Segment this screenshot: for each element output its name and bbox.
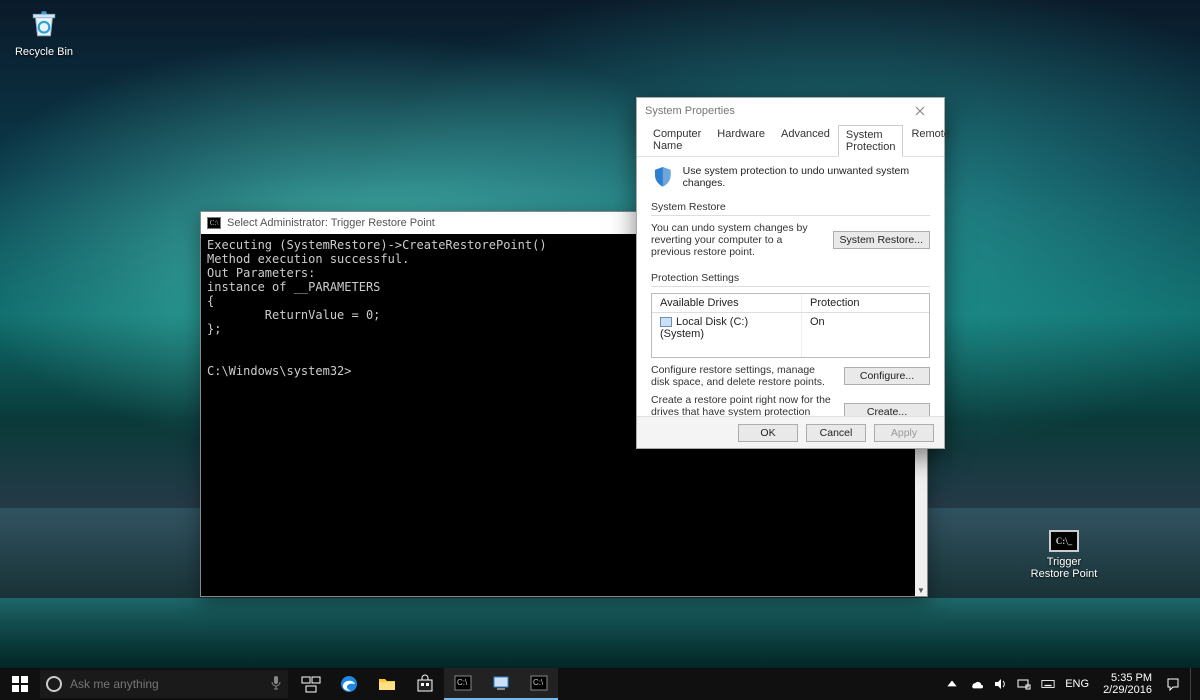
scroll-down-icon[interactable]: ▼	[915, 584, 927, 596]
cancel-button[interactable]: Cancel	[806, 424, 866, 442]
tab-computer-name[interactable]: Computer Name	[645, 124, 709, 156]
file-explorer-button[interactable]	[368, 668, 406, 700]
tab-hardware[interactable]: Hardware	[709, 124, 773, 156]
drive-icon	[660, 317, 672, 327]
table-header: Available Drives Protection	[652, 294, 929, 313]
clock-date: 2/29/2016	[1103, 684, 1152, 696]
trigger-restore-shortcut[interactable]: C:\_ Trigger Restore Point	[1026, 530, 1102, 580]
tab-advanced[interactable]: Advanced	[773, 124, 838, 156]
search-input[interactable]	[70, 677, 262, 691]
configure-button[interactable]: Configure...	[844, 367, 930, 385]
dialog-button-bar: OK Cancel Apply	[637, 416, 944, 448]
dialog-titlebar[interactable]: System Properties	[637, 98, 944, 124]
svg-text:C:\: C:\	[533, 678, 544, 687]
dialog-body: Use system protection to undo unwanted s…	[637, 157, 944, 444]
protection-settings-group: Protection Settings	[651, 272, 930, 284]
apply-button[interactable]: Apply	[874, 424, 934, 442]
cmd-icon: C:\	[207, 217, 221, 229]
system-tray: ENG 5:35 PM 2/29/2016	[941, 668, 1200, 700]
show-desktop[interactable]	[1190, 668, 1196, 700]
action-center-icon[interactable]	[1166, 677, 1180, 691]
recycle-bin[interactable]: Recycle Bin	[6, 6, 82, 58]
header-drives: Available Drives	[652, 294, 802, 312]
store-button[interactable]	[406, 668, 444, 700]
separator	[651, 286, 930, 287]
trigger-restore-icon: C:\_	[1049, 530, 1079, 552]
drive-name: Local Disk (C:) (System)	[660, 316, 748, 340]
taskbar: C:\ C:\ ENG 5:35 PM 2/29/2016	[0, 668, 1200, 700]
system-restore-text: You can undo system changes by reverting…	[651, 222, 823, 258]
table-row[interactable]: Local Disk (C:) (System) On	[652, 313, 929, 343]
tab-system-protection[interactable]: System Protection	[838, 125, 904, 157]
clock-time: 5:35 PM	[1103, 672, 1152, 684]
dialog-title: System Properties	[645, 105, 735, 117]
cmd-taskbar-button[interactable]: C:\	[444, 668, 482, 700]
recycle-bin-label: Recycle Bin	[6, 46, 82, 58]
cortana-search[interactable]	[40, 670, 288, 698]
drives-table[interactable]: Available Drives Protection Local Disk (…	[651, 293, 930, 358]
dialog-tabs: Computer NameHardwareAdvancedSystem Prot…	[637, 124, 944, 157]
header-protection: Protection	[802, 294, 929, 312]
trigger-restore-label: Trigger Restore Point	[1026, 556, 1102, 580]
separator	[651, 215, 930, 216]
language-indicator[interactable]: ENG	[1065, 678, 1089, 690]
drive-protection: On	[802, 313, 929, 343]
clock[interactable]: 5:35 PM 2/29/2016	[1099, 672, 1156, 696]
cmd-title: Select Administrator: Trigger Restore Po…	[227, 217, 435, 229]
shield-icon	[651, 165, 675, 191]
wallpaper-water	[0, 598, 1200, 668]
taskbar-icons: C:\ C:\	[292, 668, 558, 700]
cmd2-taskbar-button[interactable]: C:\	[520, 668, 558, 700]
intro-text: Use system protection to undo unwanted s…	[683, 165, 930, 189]
system-restore-group: System Restore	[651, 201, 930, 213]
tab-remote[interactable]: Remote	[903, 124, 958, 156]
table-row	[652, 343, 929, 357]
volume-icon[interactable]	[993, 677, 1007, 691]
ok-button[interactable]: OK	[738, 424, 798, 442]
cortana-icon	[46, 676, 62, 692]
network-icon[interactable]	[1017, 677, 1031, 691]
mic-icon[interactable]	[270, 675, 282, 694]
configure-text: Configure restore settings, manage disk …	[651, 364, 834, 388]
desktop: Recycle Bin C:\_ Trigger Restore Point C…	[0, 0, 1200, 700]
keyboard-icon[interactable]	[1041, 677, 1055, 691]
svg-text:C:\: C:\	[457, 678, 468, 687]
close-icon[interactable]	[904, 101, 936, 121]
start-button[interactable]	[0, 668, 40, 700]
onedrive-icon[interactable]	[969, 677, 983, 691]
edge-button[interactable]	[330, 668, 368, 700]
tray-overflow[interactable]	[945, 677, 959, 691]
recycle-bin-icon	[26, 6, 62, 42]
sysprops-taskbar-button[interactable]	[482, 668, 520, 700]
task-view-button[interactable]	[292, 668, 330, 700]
system-properties-dialog[interactable]: System Properties Computer NameHardwareA…	[636, 97, 945, 449]
system-restore-button[interactable]: System Restore...	[833, 231, 930, 249]
